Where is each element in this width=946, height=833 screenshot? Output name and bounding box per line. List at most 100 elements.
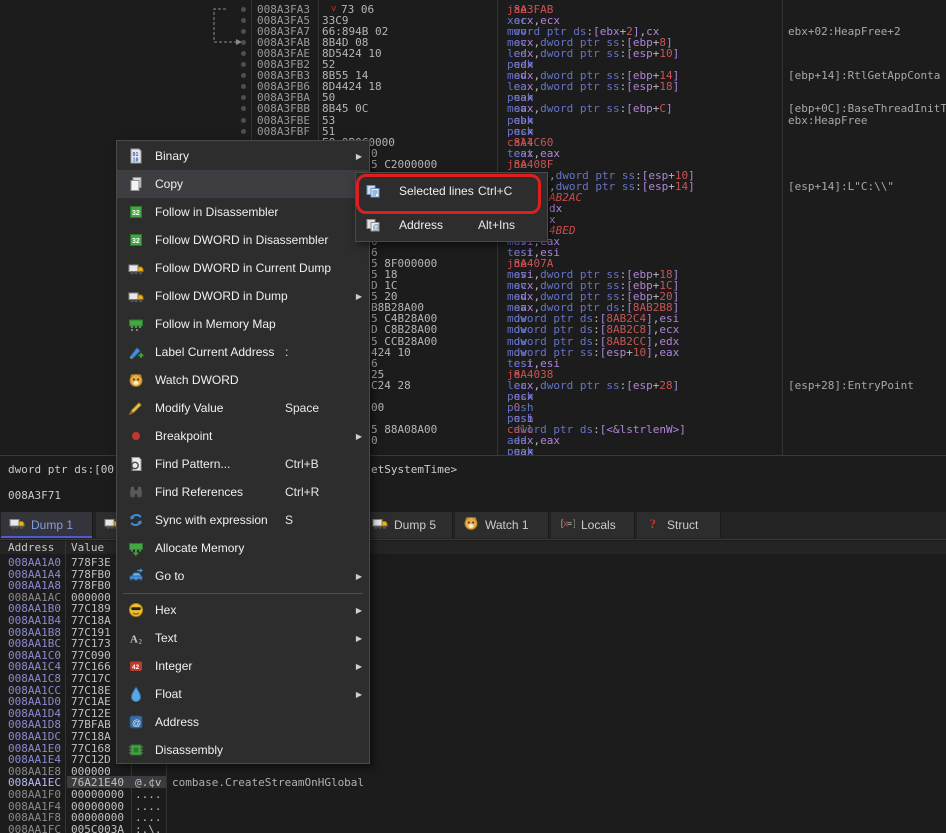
menu-item-go-to[interactable]: Go to▶ xyxy=(117,562,369,590)
disasm-address: 008A3FBE xyxy=(257,115,310,126)
tab-struct[interactable]: ? Struct xyxy=(637,512,721,538)
menu-item-float[interactable]: Float▶ xyxy=(117,680,369,708)
dump-address: 008AA1D8 xyxy=(8,719,61,730)
menu-item-breakpoint[interactable]: Breakpoint▶ xyxy=(117,422,369,450)
disasm-row[interactable]: 008A3FA766:894B 02mov word ptr ds:[ebx+2… xyxy=(0,26,946,37)
info-current-address: 008A3F71 xyxy=(8,489,61,502)
menu-item-follow-dword-in-disassembler[interactable]: 32Follow DWORD in Disassembler xyxy=(117,226,369,254)
menu-item-modify-value[interactable]: Modify ValueSpace xyxy=(117,394,369,422)
menu-item-allocate-memory[interactable]: Allocate Memory xyxy=(117,534,369,562)
integer-icon: 42 xyxy=(128,658,144,674)
watch-icon xyxy=(463,515,479,536)
menu-item-label: Sync with expression xyxy=(155,513,268,527)
disasm-row[interactable]: 008A3FBB8B45 0Cmov eax,dword ptr ss:[ebp… xyxy=(0,103,946,114)
disasm-row[interactable]: 008A3FB38B55 14mov edx,dword ptr ss:[ebp… xyxy=(0,70,946,81)
disasm-bytes: 0 xyxy=(371,148,378,159)
submenu-item-shortcut: Ctrl+C xyxy=(478,184,512,198)
menu-item-watch-dword[interactable]: Watch DWORD xyxy=(117,366,369,394)
svg-text:10: 10 xyxy=(133,158,139,164)
menu-item-copy[interactable]: Copy xyxy=(117,170,369,198)
dump-row[interactable]: 008AA1FC005C003A:.\. xyxy=(0,824,946,833)
menu-item-label: Address xyxy=(155,715,199,729)
submenu-item-address[interactable]: @AddressAlt+Ins xyxy=(356,208,547,242)
menu-item-address[interactable]: @Address xyxy=(117,708,369,736)
svg-text:42: 42 xyxy=(132,664,140,671)
submenu-item-label: Selected lines xyxy=(399,184,474,198)
menu-item-find-references[interactable]: Find ReferencesCtrl+R xyxy=(117,478,369,506)
breakpoint-dot[interactable] xyxy=(241,118,246,123)
dump-row[interactable]: 008AA1F000000000.... xyxy=(0,789,946,800)
hex-icon xyxy=(128,602,144,618)
follow-dword-disassembler-icon: 32 xyxy=(128,232,144,248)
disasm-row[interactable]: 008A3FAE8D5424 10lea edx,dword ptr ss:[e… xyxy=(0,48,946,59)
svg-text:A: A xyxy=(130,634,138,646)
menu-item-follow-in-disassembler[interactable]: 32Follow in Disassembler xyxy=(117,198,369,226)
copy-lines-icon xyxy=(365,183,381,199)
menu-item-shortcut: : xyxy=(285,345,288,359)
menu-item-text[interactable]: A2Text▶ xyxy=(117,624,369,652)
menu-item-label-current-address[interactable]: Label Current Address: xyxy=(117,338,369,366)
submenu-arrow-icon: ▶ xyxy=(356,662,362,671)
menu-item-follow-dword-in-dump[interactable]: Follow DWORD in Dump▶ xyxy=(117,282,369,310)
dump-value: 77C18A xyxy=(71,615,111,626)
menu-item-label: Find References xyxy=(155,485,243,499)
dump-value: 778FB0 xyxy=(71,580,111,591)
text-icon: A2 xyxy=(128,630,144,646)
dump-value: 77C166 xyxy=(71,661,111,672)
dump-address: 008AA1F4 xyxy=(8,801,61,812)
disasm-row[interactable]: 008A3FBE53push ebxebx:HeapFree xyxy=(0,115,946,126)
dump-value: 76A21E40 xyxy=(71,777,124,788)
dump-row[interactable]: 008AA1F400000000.... xyxy=(0,801,946,812)
tab-label: Dump 1 xyxy=(31,518,73,532)
find-references-icon xyxy=(128,484,144,500)
dump-row[interactable]: 008AA1EC76A21E40@.¢vcombase.CreateStream… xyxy=(0,777,946,788)
submenu-arrow-icon: ▶ xyxy=(356,690,362,699)
dump-value: 77C168 xyxy=(71,743,111,754)
menu-item-binary[interactable]: 0110Binary▶ xyxy=(117,142,369,170)
tab-watch-1[interactable]: Watch 1 xyxy=(455,512,549,538)
menu-item-integer[interactable]: 42Integer▶ xyxy=(117,652,369,680)
dump-value: 77BFAB xyxy=(71,719,111,730)
disasm-row[interactable]: 008A3FA3v73 06jae 8A3FAB xyxy=(0,4,946,15)
disasm-bytes: 53 xyxy=(322,115,335,126)
jump-taken-icon: v xyxy=(331,5,336,14)
dump-address: 008AA1A8 xyxy=(8,580,61,591)
dump-value: 77C173 xyxy=(71,638,111,649)
submenu-item-selected-lines[interactable]: Selected lines Ctrl+C xyxy=(356,174,547,208)
x64dbg-window: 008A3FA3v73 06jae 8A3FAB008A3FA533C9xor … xyxy=(0,0,946,833)
menu-item-label: Allocate Memory xyxy=(155,541,244,555)
dump-row[interactable]: 008AA1F800000000.... xyxy=(0,812,946,823)
dump-address: 008AA1C4 xyxy=(8,661,61,672)
menu-item-hex[interactable]: Hex▶ xyxy=(117,596,369,624)
menu-item-sync-with-expression[interactable]: Sync with expressionS xyxy=(117,506,369,534)
breakpoint-dot[interactable] xyxy=(241,7,246,12)
menu-item-disassembly[interactable]: Disassembly xyxy=(117,736,369,764)
tab-dump-5[interactable]: Dump 5 xyxy=(364,512,453,538)
disasm-row[interactable]: 008A3FB68D4424 18lea eax,dword ptr ss:[e… xyxy=(0,81,946,92)
goto-icon xyxy=(128,568,144,584)
menu-item-label: Copy xyxy=(155,177,183,191)
tab-locals[interactable]: [x=]Locals xyxy=(551,512,635,538)
dump-value: 000000 xyxy=(71,766,111,777)
menu-item-find-pattern[interactable]: Find Pattern...Ctrl+B xyxy=(117,450,369,478)
svg-text:=]: =] xyxy=(567,519,575,529)
menu-item-label: Disassembly xyxy=(155,743,223,757)
follow-dump-icon xyxy=(128,288,144,304)
dump-value: 77C17C xyxy=(71,673,111,684)
struct-icon: ? xyxy=(645,515,661,536)
tab-dump-1[interactable]: Dump 1 xyxy=(1,512,93,538)
disasm-bytes: 00 xyxy=(371,402,384,413)
menu-item-follow-dword-in-current-dump[interactable]: Follow DWORD in Current Dump xyxy=(117,254,369,282)
menu-item-follow-in-memory-map[interactable]: Follow in Memory Map xyxy=(117,310,369,338)
disasm-row[interactable]: 008A3FAB8B4D 08mov ecx,dword ptr ss:[ebp… xyxy=(0,37,946,48)
disasm-comment: [esp+14]:L"C:\\" xyxy=(788,181,894,192)
dump-row[interactable]: 008AA1E8000000 xyxy=(0,766,946,777)
disasm-row[interactable]: 008A3FBF51push ecx xyxy=(0,126,946,137)
tab-label: Struct xyxy=(667,518,698,532)
dump-value: 77C18E xyxy=(71,685,111,696)
disasm-bytes: 424 10 xyxy=(371,347,411,358)
dump-value: 77C189 xyxy=(71,603,111,614)
breakpoint-dot[interactable] xyxy=(241,129,246,134)
menu-item-label: Find Pattern... xyxy=(155,457,230,471)
menu-item-shortcut: Space xyxy=(285,401,319,415)
